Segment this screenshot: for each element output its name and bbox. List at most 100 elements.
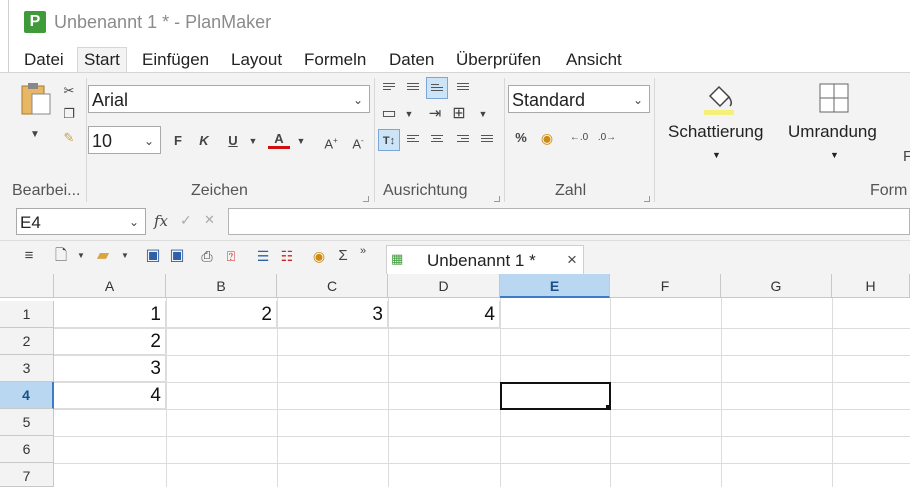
chevron-down-icon: ▼ — [712, 150, 721, 160]
autosum-icon[interactable]: Σ — [332, 245, 354, 267]
new-document-icon[interactable]: 🗋 — [50, 245, 72, 267]
number-format-combo[interactable]: Standard ⌄ — [508, 85, 650, 113]
underline-button[interactable]: U — [222, 130, 244, 152]
row-header-4[interactable]: 4 — [0, 382, 54, 409]
selected-cell-e4[interactable] — [500, 382, 611, 410]
save-icon[interactable]: ▣ — [142, 245, 164, 267]
rotate-text-icon[interactable]: T↕ — [378, 129, 400, 151]
menu-ueberpruefen[interactable]: Überprüfen — [450, 48, 547, 72]
insert-rows-icon[interactable]: ☰ — [252, 245, 274, 267]
underline-dropdown-icon[interactable]: ▼ — [242, 130, 264, 152]
font-color-button[interactable]: A — [268, 128, 290, 149]
hamburger-menu-icon[interactable]: ≡ — [18, 245, 40, 267]
planmaker-app-icon[interactable]: P — [24, 11, 46, 33]
save-as-icon[interactable]: ▣ — [166, 245, 188, 267]
decrease-decimals-icon[interactable]: .0→ — [596, 127, 618, 149]
increase-decimals-icon[interactable]: ←.0 — [568, 127, 590, 149]
cell-c1[interactable]: 3 — [277, 301, 388, 328]
font-color-dropdown-icon[interactable]: ▼ — [290, 130, 312, 152]
menu-einfuegen[interactable]: Einfügen — [136, 48, 215, 72]
toolbar-overflow-icon[interactable]: » — [352, 240, 374, 262]
cancel-icon[interactable]: ✕ — [204, 212, 215, 228]
percent-button[interactable]: % — [510, 127, 532, 149]
cell-a3[interactable]: 3 — [54, 355, 166, 382]
delete-rows-icon[interactable]: ☷ — [276, 245, 298, 267]
fill-handle[interactable] — [606, 405, 611, 410]
bold-button[interactable]: F — [167, 130, 189, 152]
menu-formeln[interactable]: Formeln — [298, 48, 372, 72]
menu-daten[interactable]: Daten — [383, 48, 440, 72]
cell-d1[interactable]: 4 — [388, 301, 500, 328]
row-header-6[interactable]: 6 — [0, 436, 54, 463]
menu-datei[interactable]: Datei — [18, 48, 70, 72]
column-header-f[interactable]: F — [610, 274, 721, 298]
grow-font-button[interactable]: A+ — [320, 130, 342, 152]
wrap-text-icon[interactable]: ▭ — [378, 103, 400, 125]
column-header-g[interactable]: G — [721, 274, 832, 298]
border-button[interactable]: Umrandung ▼ — [782, 78, 890, 166]
number-format-value: Standard — [512, 90, 586, 110]
font-dialog-launcher-icon[interactable] — [363, 196, 369, 202]
currency-icon[interactable]: ◉ — [536, 127, 558, 149]
cut-icon[interactable]: ✂ — [58, 80, 80, 102]
alignment-dialog-launcher-icon[interactable] — [494, 196, 500, 202]
column-header-e[interactable]: E — [500, 274, 610, 298]
row-header-1[interactable]: 1 — [0, 301, 54, 328]
align-top-icon[interactable] — [378, 77, 400, 99]
paste-button[interactable] — [20, 82, 52, 116]
cell-b1[interactable]: 2 — [166, 301, 277, 328]
align-justify-vertical-icon[interactable] — [452, 77, 474, 99]
number-dialog-launcher-icon[interactable] — [644, 196, 650, 202]
cell-reference-box[interactable]: E4 ⌄ — [16, 208, 146, 235]
align-bottom-icon[interactable] — [426, 77, 448, 99]
align-right-icon[interactable] — [452, 129, 474, 151]
align-justify-icon[interactable] — [476, 129, 498, 151]
currency-format-icon[interactable]: ◉ — [308, 245, 330, 267]
print-preview-icon[interactable]: ⎙ — [196, 245, 218, 267]
select-all-corner[interactable] — [0, 274, 54, 298]
new-dropdown-icon[interactable]: ▼ — [70, 245, 92, 267]
open-dropdown-icon[interactable]: ▼ — [114, 245, 136, 267]
wrap-dropdown-icon[interactable]: ▼ — [398, 103, 420, 125]
shrink-font-button[interactable]: A- — [347, 130, 369, 152]
menu-layout[interactable]: Layout — [225, 48, 288, 72]
align-left-icon[interactable] — [402, 129, 424, 151]
gridline — [54, 382, 910, 383]
copy-icon[interactable]: ❐ — [58, 103, 80, 125]
group-separator — [654, 78, 655, 202]
paste-icon — [21, 83, 51, 115]
row-header-7[interactable]: 7 — [0, 463, 54, 487]
column-header-d[interactable]: D — [388, 274, 500, 298]
indent-icon[interactable]: ⇥ — [424, 103, 446, 125]
document-tab[interactable]: ▦ Unbenannt 1 * × — [386, 245, 584, 274]
menu-start[interactable]: Start — [77, 47, 127, 72]
align-center-icon[interactable] — [426, 129, 448, 151]
cell-a2[interactable]: 2 — [54, 328, 166, 355]
row-header-2[interactable]: 2 — [0, 328, 54, 355]
column-header-b[interactable]: B — [166, 274, 277, 298]
function-wizard-icon[interactable]: fx — [154, 212, 168, 230]
accept-icon[interactable]: ✓ — [180, 212, 192, 229]
cell-a4[interactable]: 4 — [54, 382, 166, 409]
row-header-5[interactable]: 5 — [0, 409, 54, 436]
merge-cells-icon[interactable]: ⊞ — [448, 103, 470, 125]
align-middle-icon[interactable] — [402, 77, 424, 99]
column-header-h[interactable]: H — [832, 274, 910, 298]
column-header-c[interactable]: C — [277, 274, 388, 298]
font-name-combo[interactable]: Arial ⌄ — [88, 85, 370, 113]
open-folder-icon[interactable]: ▰ — [92, 245, 114, 267]
row-header-3[interactable]: 3 — [0, 355, 54, 382]
shading-button[interactable]: Schattierung ▼ — [662, 78, 770, 166]
column-header-a[interactable]: A — [54, 274, 166, 298]
export-pdf-icon[interactable]: ⍰ — [220, 245, 242, 267]
format-painter-icon[interactable]: ✎ — [58, 127, 80, 149]
menu-ansicht[interactable]: Ansicht — [560, 48, 628, 72]
merge-dropdown-icon[interactable]: ▼ — [472, 103, 494, 125]
close-tab-icon[interactable]: × — [567, 250, 577, 270]
italic-button[interactable]: K — [193, 130, 215, 152]
cell-a1[interactable]: 1 — [54, 301, 166, 328]
group-label-clipboard: Bearbei... — [12, 182, 81, 199]
paste-dropdown-icon[interactable]: ▼ — [24, 124, 46, 146]
formula-input[interactable] — [228, 208, 910, 235]
font-size-combo[interactable]: 10 ⌄ — [88, 126, 161, 154]
